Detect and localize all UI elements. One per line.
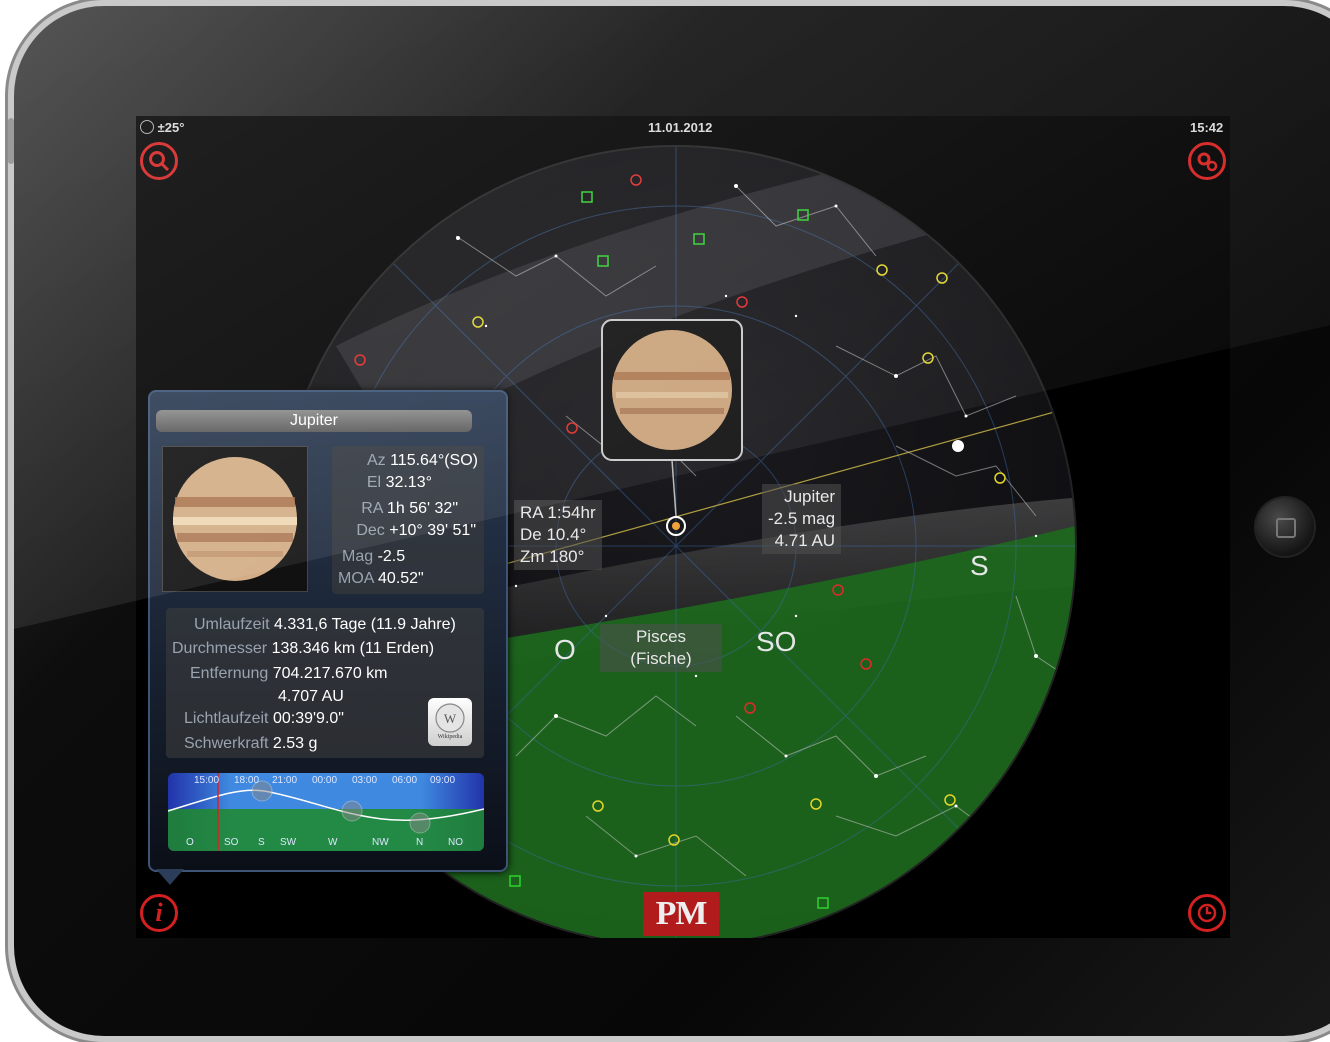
- clock-icon: [1197, 903, 1217, 923]
- compass-southeast: SO: [756, 626, 797, 657]
- object-label[interactable]: Jupiter -2.5 mag 4.71 AU: [762, 484, 842, 554]
- panel-pointer: [156, 869, 184, 885]
- compass-south: S: [970, 550, 989, 581]
- pm-logo: PM: [643, 892, 719, 936]
- fact-distance: Entfernung 704.217.670 km: [190, 665, 388, 682]
- time-tick: 09:00: [430, 775, 456, 786]
- direction-tick: NO: [448, 837, 463, 848]
- clock-button[interactable]: [1188, 894, 1226, 932]
- fact-light-time: Lichtlaufzeit 00:39'9.0": [184, 710, 344, 727]
- direction-tick: O: [186, 837, 194, 848]
- position-el: El 32.13°: [366, 474, 432, 491]
- cursor-ra: RA 1:54hr: [520, 503, 596, 522]
- jupiter-image: [173, 457, 297, 581]
- constellation-name-de: (Fische): [630, 649, 692, 668]
- gears-icon: [1197, 152, 1218, 172]
- search-button[interactable]: [140, 142, 178, 180]
- home-button[interactable]: [1256, 498, 1314, 556]
- direction-tick: NW: [372, 837, 389, 848]
- direction-tick: N: [416, 837, 424, 848]
- time-tick: 03:00: [352, 775, 378, 786]
- svg-text:W: W: [444, 711, 457, 726]
- constellation-name: Pisces: [635, 627, 687, 646]
- direction-tick: SO: [224, 837, 239, 848]
- cursor-zm: Zm 180°: [520, 547, 585, 566]
- search-icon: [149, 151, 170, 172]
- panel-title: Jupiter: [156, 410, 472, 432]
- fact-diameter: Durchmesser 138.346 km (11 Erden): [172, 640, 435, 657]
- info-icon: i: [155, 898, 163, 927]
- time-tick: 06:00: [392, 775, 418, 786]
- object-mag: -2.5 mag: [768, 509, 836, 528]
- settings-button[interactable]: [1188, 142, 1226, 180]
- constellation-label: Pisces (Fische): [600, 624, 722, 672]
- visibility-timeline[interactable]: 15:00 18:00 21:00 00:00 03:00 06:00 09:0…: [168, 773, 484, 851]
- time-tick: 15:00: [194, 775, 220, 786]
- wikipedia-globe-icon: W: [435, 703, 465, 733]
- app-screen: ±25° 11.01.2012 15:42 i RA 1:54hr De 10.…: [136, 116, 1230, 938]
- date-label: 11.01.2012: [648, 120, 713, 135]
- time-tick: 18:00: [234, 775, 260, 786]
- time-tick: 00:00: [312, 775, 338, 786]
- direction-tick: SW: [280, 837, 297, 848]
- direction-tick: S: [258, 837, 265, 848]
- cursor-dec: De 10.4°: [520, 525, 587, 544]
- position-box: Az 115.64°(SO) El 32.13° RA 1h 56' 32" D…: [332, 446, 484, 594]
- fact-orbit: Umlaufzeit 4.331,6 Tage (11.9 Jahre): [194, 616, 456, 633]
- info-button[interactable]: i: [140, 894, 178, 932]
- object-name: Jupiter: [784, 487, 836, 506]
- compass-east: O: [554, 634, 576, 665]
- position-moa: MOA 40.52": [338, 570, 424, 587]
- fact-distance-au: 4.707 AU: [278, 688, 344, 705]
- wikipedia-label: Wikipedia: [437, 734, 463, 740]
- volume-button: [8, 118, 14, 164]
- position-az: Az 115.64°(SO): [366, 452, 478, 469]
- direction-tick: W: [328, 837, 338, 848]
- time-tick: 21:00: [272, 775, 298, 786]
- time-label: 15:42: [1190, 120, 1224, 135]
- fov-label: ±25°: [157, 120, 185, 135]
- object-distance: 4.71 AU: [774, 531, 836, 550]
- cursor-coordinates: RA 1:54hr De 10.4° Zm 180°: [514, 500, 602, 570]
- wikipedia-button[interactable]: W Wikipedia: [428, 698, 472, 746]
- position-mag: Mag -2.5: [342, 548, 406, 565]
- fact-gravity: Schwerkraft 2.53 g: [184, 735, 318, 752]
- position-dec: Dec +10° 39' 51": [356, 522, 476, 539]
- planet-thumbnail: [162, 446, 308, 592]
- position-ra: RA 1h 56' 32": [361, 500, 458, 517]
- fov-indicator: ±25°: [140, 120, 184, 135]
